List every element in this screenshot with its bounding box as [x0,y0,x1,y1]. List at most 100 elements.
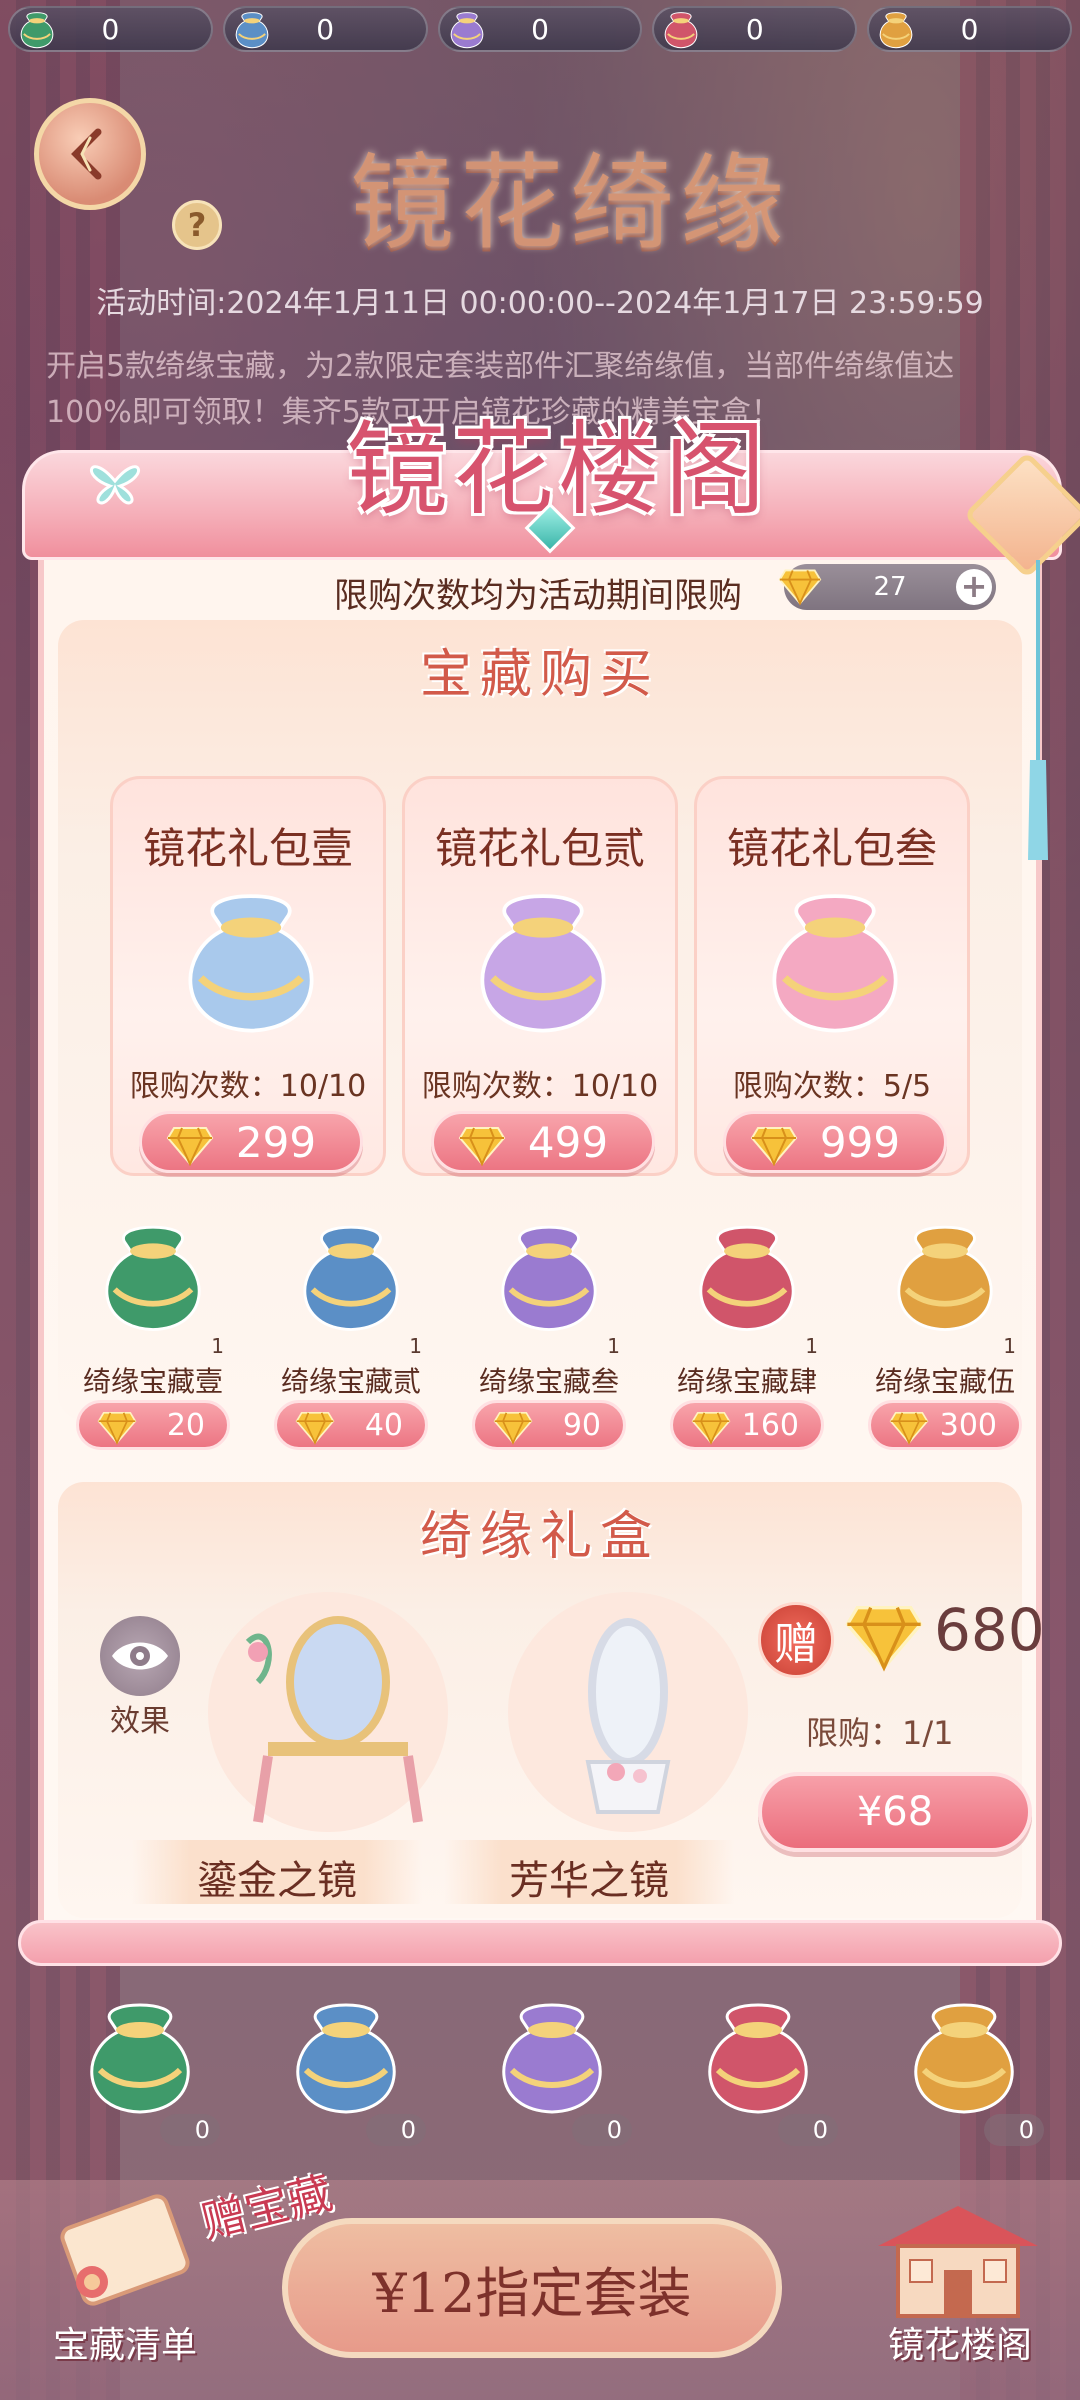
treasure-price-button[interactable]: 90 [472,1400,626,1450]
diamond-balance: 27 + [778,564,996,610]
treasure-list-button[interactable] [40,2190,210,2400]
treasure-name: 绮缘宝藏肆 [676,1365,817,1398]
pack-limit: 限购次数：10/10 [421,1069,659,1104]
treasure-bag-icon [502,2003,602,2114]
gift-pack-card[interactable]: 镜花礼包叁限购次数：5/5 999 [694,776,970,1176]
treasure-bag-icon [914,2003,1014,2114]
mirror-name: 鎏金之镜 [197,1858,357,1904]
treasure-bag-icon [90,2003,190,2114]
pavilion-modal: 镜花楼阁 限购次数均为活动期间限购 27 + 宝藏购买 镜花礼包壹 限购次数：10… [18,411,1080,1966]
treasure-name: 绮缘宝藏贰 [280,1365,421,1398]
back-button[interactable] [34,98,146,210]
mirror-nameplate: 芳华之镜 [444,1840,734,1904]
treasure-purchase-section: 宝藏购买 镜花礼包壹 限购次数：10/10 299 镜花礼包贰 限购次数：10/10 49… [58,620,1022,1450]
eye-icon [112,1642,168,1670]
gift-pack-card[interactable]: 镜花礼包贰限购次数：10/10 499 [402,776,678,1176]
bottom-bag-row: 0 0 0 0 0 [0,1990,1080,2146]
currency-slot: 0 [8,6,213,52]
gift-pack-card[interactable]: 镜花礼包壹 限购次数：10/10 299 [110,776,386,1176]
treasure-price-button[interactable]: 300 [868,1400,1022,1450]
pack-name: 镜花礼包贰 [434,824,645,873]
effect-preview-button[interactable] [100,1616,180,1696]
treasure-count: 1 [805,1334,818,1358]
treasure-count: 1 [1003,1334,1016,1358]
treasure-name: 绮缘宝藏壹 [82,1365,223,1398]
diamond-icon [691,1412,731,1445]
treasure-bag-icon [897,1225,993,1331]
currency-value: 0 [531,12,549,46]
blossom-mirror-icon [508,1592,748,1832]
modal-footer-band [18,1920,1062,1966]
blossom-mirror-item[interactable] [498,1582,758,1882]
diamond-balance-value: 27 [873,572,907,602]
gift-bag-icon [772,894,898,1033]
diamond-icon [97,1412,137,1445]
giftbox-buy-button[interactable]: ¥68 [758,1772,1032,1852]
bag-blue-icon [235,12,268,49]
diamond-icon [493,1412,533,1445]
limit-note: 限购次数均为活动期间限购 [334,576,742,616]
diamond-icon [750,1127,798,1166]
pack-limit: 限购次数：5/5 [732,1069,932,1104]
set-purchase-button[interactable]: ¥12指定套装 [282,2218,782,2358]
diamond-icon [778,569,822,606]
pack-price-button[interactable]: 299 [139,1111,363,1173]
treasure-price-button[interactable]: 20 [76,1400,230,1450]
bottom-treasure-bag[interactable]: 0 [672,1990,852,2146]
bag-count: 0 [984,2114,1044,2146]
pack-price-button[interactable]: 499 [431,1111,655,1173]
treasure-item[interactable]: 1 绮缘宝藏伍 300 [860,1210,1030,1450]
treasure-bag-icon [708,2003,808,2114]
treasure-item[interactable]: 1 绮缘宝藏贰 40 [266,1210,436,1450]
diamond-icon [845,1606,923,1672]
add-diamond-button[interactable]: + [956,569,992,605]
bottom-treasure-bag[interactable]: 0 [466,1990,646,2146]
diamond-icon [889,1412,929,1445]
currency-bar: 0 0 0 0 0 [8,6,1072,56]
bottom-treasure-bag[interactable]: 0 [260,1990,440,2146]
treasure-count: 1 [607,1334,620,1358]
treasure-list-label: 宝藏清单 [52,2325,197,2366]
treasure-item[interactable]: 1 绮缘宝藏肆 160 [662,1210,832,1450]
currency-value: 0 [316,12,335,46]
gift-badge: 赠 [758,1602,834,1678]
pack-price: 499 [527,1117,609,1167]
treasure-price: 160 [741,1407,799,1443]
gilded-mirror-item[interactable] [198,1582,458,1882]
pack-price: 999 [819,1117,901,1167]
treasure-item[interactable]: 1 绮缘宝藏叁 90 [464,1210,634,1450]
treasure-item[interactable]: 1 绮缘宝藏壹 20 [68,1210,238,1450]
help-button[interactable]: ? [172,200,222,250]
back-arrow-icon [71,128,102,180]
effect-label: 效果 [110,1704,170,1739]
treasure-bag-icon [105,1225,201,1331]
currency-value: 0 [960,12,979,46]
pack-price: 299 [235,1117,317,1167]
treasure-bag-icon [501,1225,597,1331]
currency-slot: 0 [222,6,428,52]
bottom-treasure-bag[interactable]: 0 [54,1990,234,2146]
mirror-nameplate: 鎏金之镜 [132,1840,422,1904]
currency-value: 0 [745,12,764,46]
pavilion-label: 镜花楼阁 [887,2325,1032,2366]
bag-count: 0 [160,2114,220,2146]
pack-name: 镜花礼包叁 [726,824,937,873]
treasure-price-button[interactable]: 160 [670,1400,824,1450]
treasure-price-button[interactable]: 40 [274,1400,428,1450]
pack-price-button[interactable]: 999 [723,1111,947,1173]
giftbox-section-title: 绮缘礼盒 [419,1507,660,1567]
pavilion-button[interactable] [858,2196,1058,2336]
treasure-count: 1 [211,1334,224,1358]
event-desc-line: 开启5款绮缘宝藏，为2款限定套装部件汇聚绮缘值，当部件绮缘值达 [46,349,955,384]
currency-slot: 0 [867,6,1072,52]
treasure-price: 90 [562,1407,601,1443]
bag-purple-icon [450,12,483,49]
bag-red-icon [665,12,698,49]
bottom-treasure-bag[interactable]: 0 [878,1990,1058,2146]
bag-green-icon [20,12,54,49]
treasure-count: 1 [409,1334,422,1358]
diamond-icon [295,1412,335,1445]
currency-value: 0 [101,12,120,46]
gift-limit: 限购：1/1 [806,1714,954,1752]
gift-bag-icon [480,894,606,1033]
